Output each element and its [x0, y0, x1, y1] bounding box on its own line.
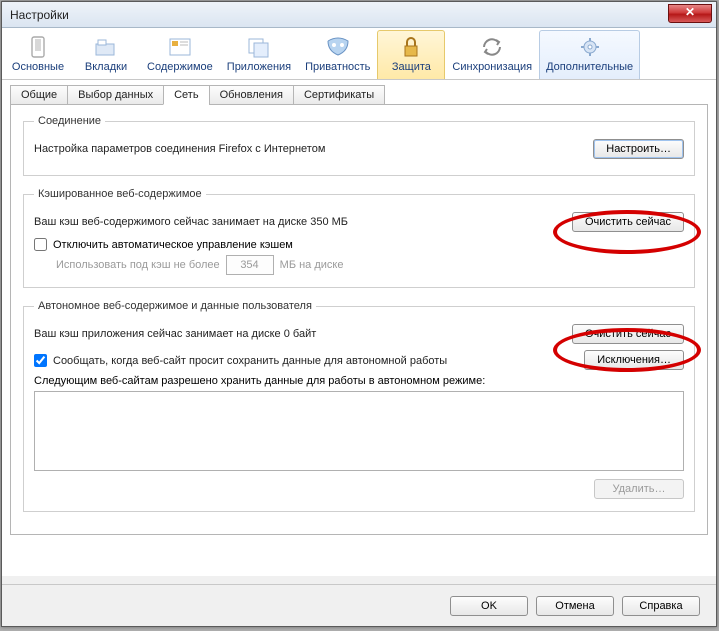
- disable-cache-mgmt-checkbox[interactable]: [34, 238, 47, 251]
- help-button[interactable]: Справка: [622, 596, 700, 616]
- category-applications[interactable]: Приложения: [220, 30, 298, 79]
- disable-cache-mgmt-label: Отключить автоматическое управление кэше…: [53, 239, 293, 251]
- category-security[interactable]: Защита: [377, 30, 445, 79]
- subtab-general[interactable]: Общие: [10, 85, 68, 105]
- cancel-button[interactable]: Отмена: [536, 596, 614, 616]
- cache-limit-prefix: Использовать под кэш не более: [56, 259, 220, 271]
- lock-icon: [396, 35, 426, 59]
- close-icon: ✕: [685, 5, 695, 19]
- connection-desc: Настройка параметров соединения Firefox …: [34, 143, 593, 155]
- ok-button[interactable]: OK: [450, 596, 528, 616]
- cache-legend: Кэшированное веб-содержимое: [34, 188, 206, 200]
- titlebar: Настройки ✕: [2, 2, 716, 28]
- exceptions-button[interactable]: Исключения…: [584, 350, 684, 370]
- offline-group: Автономное веб-содержимое и данные польз…: [23, 300, 695, 512]
- category-content[interactable]: Содержимое: [140, 30, 220, 79]
- category-advanced[interactable]: Дополнительные: [539, 30, 640, 79]
- category-sync[interactable]: Синхронизация: [445, 30, 539, 79]
- subtabs: Общие Выбор данных Сеть Обновления Серти…: [10, 84, 708, 105]
- category-tabs[interactable]: Вкладки: [72, 30, 140, 79]
- connection-group: Соединение Настройка параметров соединен…: [23, 115, 695, 176]
- subtab-certs[interactable]: Сертификаты: [293, 85, 385, 105]
- cache-status: Ваш кэш веб-содержимого сейчас занимает …: [34, 216, 572, 228]
- subtab-network[interactable]: Сеть: [163, 85, 209, 105]
- clear-cache-button[interactable]: Очистить сейчас: [572, 212, 684, 232]
- content-icon: [165, 35, 195, 59]
- category-general[interactable]: Основные: [4, 30, 72, 79]
- close-button[interactable]: ✕: [668, 4, 712, 23]
- sites-label: Следующим веб-сайтам разрешено хранить д…: [34, 375, 684, 387]
- category-toolbar: Основные Вкладки Содержимое Приложения П…: [2, 28, 716, 80]
- sync-icon: [477, 35, 507, 59]
- cache-limit-input: [226, 255, 274, 275]
- network-panel: Соединение Настройка параметров соединен…: [10, 105, 708, 535]
- dialog-buttons: OK Отмена Справка: [2, 584, 716, 626]
- phone-icon: [23, 35, 53, 59]
- offline-sites-list[interactable]: [34, 391, 684, 471]
- offline-status: Ваш кэш приложения сейчас занимает на ди…: [34, 328, 572, 340]
- delete-site-button: Удалить…: [594, 479, 684, 499]
- gear-icon: [575, 35, 605, 59]
- mask-icon: [323, 35, 353, 59]
- settings-window: Настройки ✕ Основные Вкладки Содержимое …: [1, 1, 717, 627]
- category-privacy[interactable]: Приватность: [298, 30, 377, 79]
- clear-offline-button[interactable]: Очистить сейчас: [572, 324, 684, 344]
- offline-legend: Автономное веб-содержимое и данные польз…: [34, 300, 316, 312]
- connection-settings-button[interactable]: Настроить…: [593, 139, 684, 159]
- window-title: Настройки: [6, 8, 69, 22]
- applications-icon: [244, 35, 274, 59]
- tabs-icon: [91, 35, 121, 59]
- cache-group: Кэшированное веб-содержимое Ваш кэш веб-…: [23, 188, 695, 288]
- subtab-data[interactable]: Выбор данных: [67, 85, 164, 105]
- cache-limit-suffix: МБ на диске: [280, 259, 344, 271]
- notify-offline-label: Сообщать, когда веб-сайт просит сохранит…: [53, 355, 447, 367]
- connection-legend: Соединение: [34, 115, 105, 127]
- notify-offline-checkbox[interactable]: [34, 354, 47, 367]
- subtab-updates[interactable]: Обновления: [209, 85, 294, 105]
